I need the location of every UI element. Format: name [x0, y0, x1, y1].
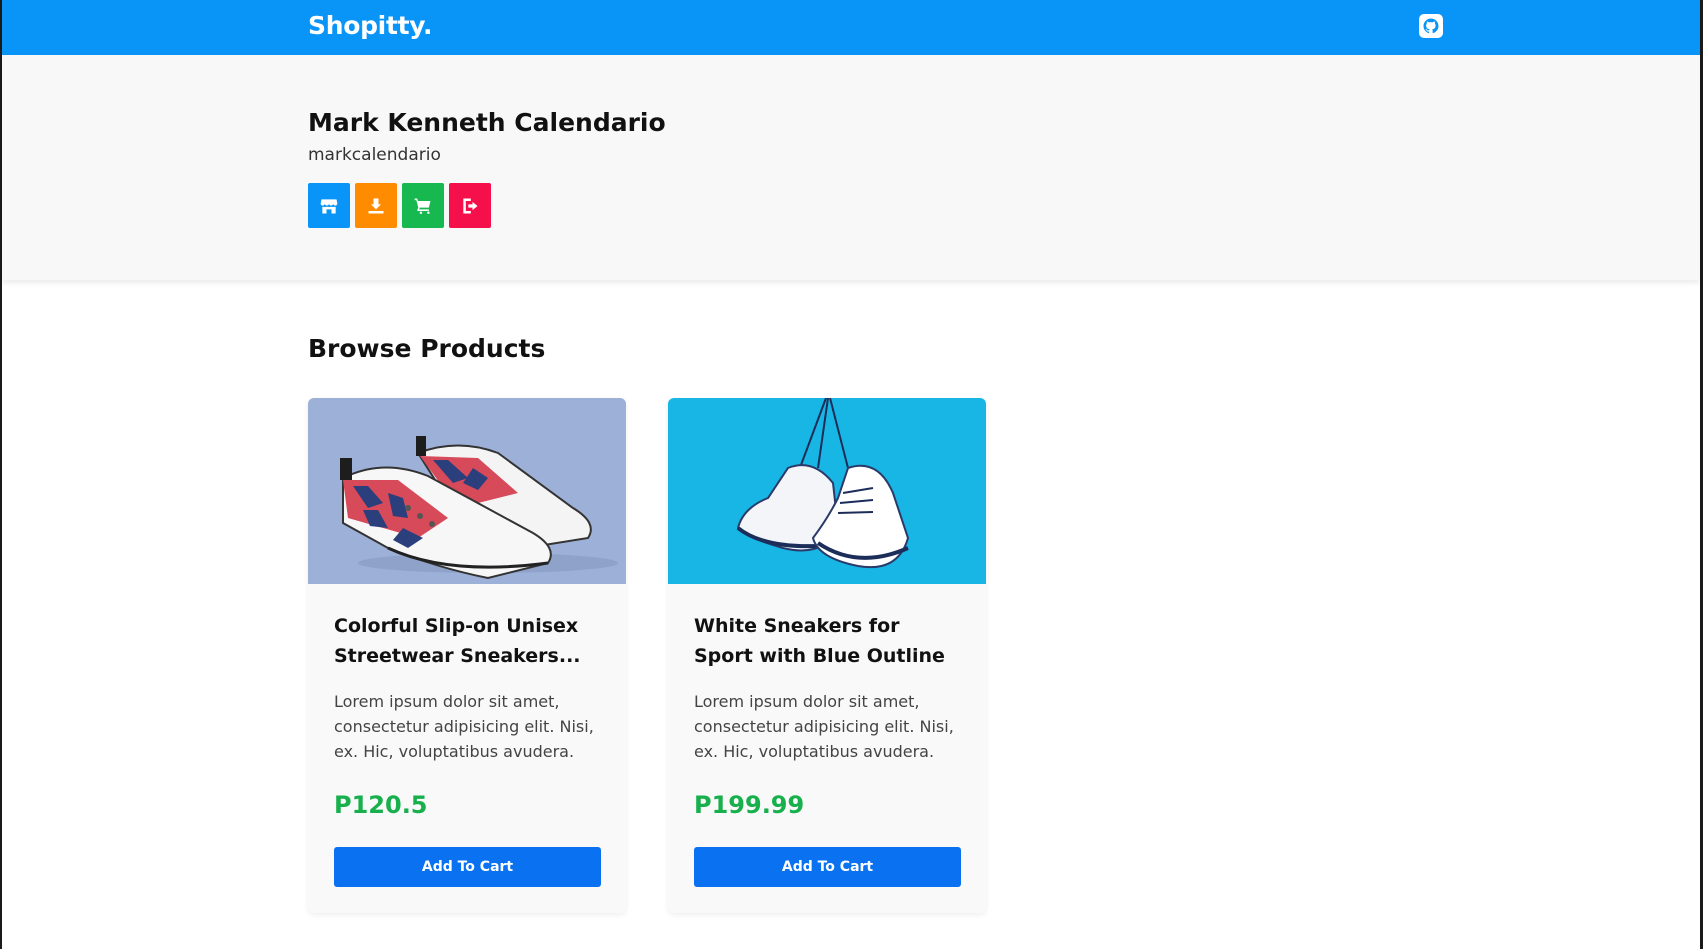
section-title: Browse Products [308, 334, 546, 363]
add-to-cart-button[interactable]: Add To Cart [694, 847, 961, 887]
profile-actions [308, 183, 491, 228]
profile-header: Mark Kenneth Calendario markcalendario [2, 55, 1700, 280]
navbar: Shopitty. [2, 0, 1700, 55]
product-title[interactable]: White Sneakers for Sport with Blue Outli… [694, 611, 964, 671]
logout-button[interactable] [449, 183, 491, 228]
seller-button[interactable] [355, 183, 397, 228]
profile-username: markcalendario [308, 145, 441, 165]
store-icon [320, 198, 338, 213]
product-price: P120.5 [334, 791, 428, 819]
product-image[interactable] [668, 398, 986, 584]
store-button[interactable] [308, 183, 350, 228]
product-price: P199.99 [694, 791, 805, 819]
logout-icon [463, 198, 478, 213]
product-description: Lorem ipsum dolor sit amet, consectetur … [334, 692, 594, 761]
github-icon-glyph [1423, 18, 1439, 34]
github-icon[interactable] [1419, 14, 1443, 38]
seller-icon [368, 198, 384, 213]
add-to-cart-button[interactable]: Add To Cart [334, 847, 601, 887]
slip-on-sneakers-image [308, 398, 626, 584]
brand-logo[interactable]: Shopitty. [308, 11, 432, 40]
product-description: Lorem ipsum dolor sit amet, consectetur … [694, 692, 954, 761]
profile-name: Mark Kenneth Calendario [308, 108, 666, 137]
cart-button[interactable] [402, 183, 444, 228]
product-title[interactable]: Colorful Slip-on Unisex Streetwear Sneak… [334, 611, 604, 671]
product-card: White Sneakers for Sport with Blue Outli… [668, 398, 986, 913]
product-image[interactable] [308, 398, 626, 584]
white-sneakers-image [668, 398, 986, 584]
cart-icon [414, 198, 431, 214]
product-card: Colorful Slip-on Unisex Streetwear Sneak… [308, 398, 626, 913]
